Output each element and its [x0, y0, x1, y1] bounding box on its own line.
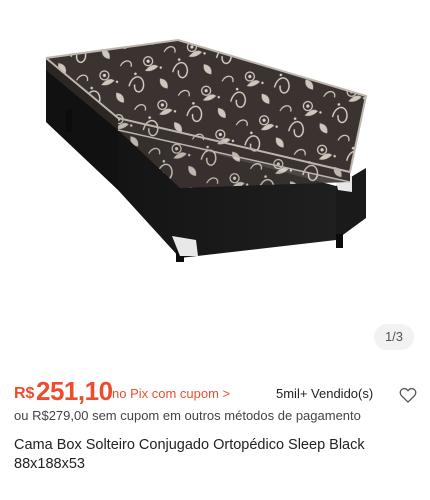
price-row: R$ 251,10 no Pix com cupom > 5mil+ Vendi…	[14, 376, 420, 406]
alternative-price-text: ou R$279,00 sem cupom em outros métodos …	[14, 408, 361, 423]
product-image-gallery[interactable]: 1/3	[0, 0, 430, 366]
product-title: Cama Box Solteiro Conjugado Ortopédico S…	[14, 437, 365, 472]
sold-count: 5mil+ Vendido(s)	[276, 386, 374, 401]
product-photo-bed	[45, 38, 368, 262]
heart-outline-icon[interactable]	[398, 385, 418, 405]
pix-coupon-link[interactable]: no Pix com cupom >	[112, 386, 230, 401]
image-page-indicator: 1/3	[374, 324, 414, 350]
price-value: 251,10	[36, 376, 113, 406]
price-currency: R$	[14, 385, 35, 402]
